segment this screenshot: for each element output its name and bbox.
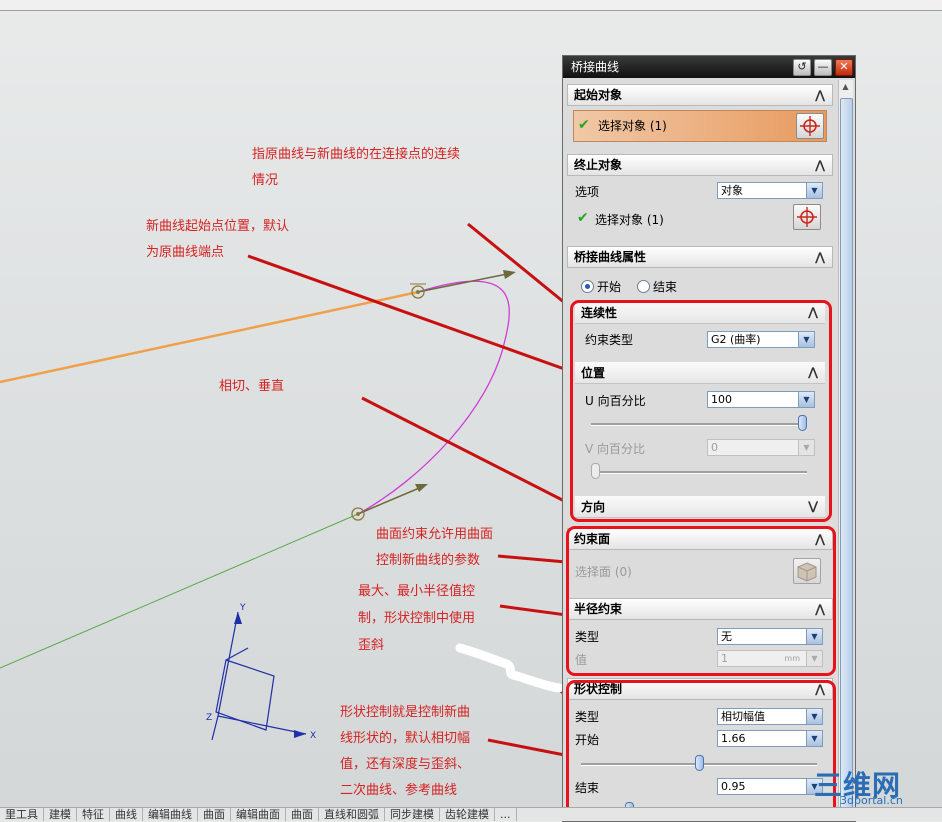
toolbar-tab[interactable]: 特征: [77, 808, 110, 821]
crosshair-icon: [797, 207, 817, 227]
toolbar-tab[interactable]: 里工具: [0, 808, 44, 821]
option-label: 选项: [575, 185, 600, 199]
section-properties[interactable]: 桥接曲线属性 ⋀: [567, 246, 833, 268]
radio-end[interactable]: [637, 280, 650, 293]
toolbar-tab[interactable]: 编辑曲线: [143, 808, 198, 821]
highlight-shape-control: [566, 680, 836, 820]
crosshair-select-button[interactable]: [793, 204, 821, 230]
leader-constraint-face: [497, 554, 567, 564]
start-vector-arrowhead: [503, 270, 516, 279]
toolbar-tab[interactable]: ...: [495, 808, 517, 821]
annotation-constraint-face: 曲面约束允许用曲面 控制新曲线的参数: [376, 527, 494, 568]
annotation-shape: 形状控制就是控制新曲 线形状的，默认相切幅 值，还有深度与歪斜、 二次曲线、参考…: [340, 705, 471, 798]
start-object-selector[interactable]: ✔ 选择对象 (1): [573, 110, 827, 142]
check-icon: ✔: [578, 117, 590, 133]
toolbar-tab[interactable]: 编辑曲面: [231, 808, 286, 821]
crosshair-select-button[interactable]: [796, 113, 824, 139]
start-select-label: 选择对象 (1): [598, 119, 667, 133]
scroll-thumb[interactable]: [840, 98, 853, 820]
end-vector-arrowhead: [415, 484, 428, 492]
toolbar-tab[interactable]: 曲线: [110, 808, 143, 821]
toolbar-tab[interactable]: 直线和圆弧: [319, 808, 385, 821]
scroll-up-icon[interactable]: ▲: [841, 82, 850, 94]
annotation-radius: 最大、最小半径值控 制，形状控制中使用 歪斜: [358, 584, 476, 653]
axis-x-label: X: [310, 731, 316, 741]
close-button[interactable]: ✕: [835, 59, 853, 76]
check-icon: ✔: [577, 210, 589, 226]
toolbar-tab[interactable]: 曲面: [198, 808, 231, 821]
minimize-button[interactable]: —: [814, 59, 832, 76]
reset-button[interactable]: ↺: [793, 59, 811, 76]
section-properties-title: 桥接曲线属性: [574, 250, 647, 264]
coordinate-triad: [211, 611, 307, 741]
chevron-down-icon[interactable]: ▼: [806, 183, 822, 198]
section-end-object-title: 终止对象: [574, 158, 623, 172]
highlight-properties: [570, 300, 832, 522]
source-curve-green: [0, 513, 359, 669]
radio-start[interactable]: [581, 280, 594, 293]
end-vector: [357, 485, 425, 515]
toolbar-tab[interactable]: 齿轮建模: [440, 808, 495, 821]
leader-start-point: [247, 254, 585, 378]
annotation-tangent: 相切、垂直: [219, 379, 285, 394]
option-value: 对象: [721, 184, 743, 197]
section-start-object[interactable]: 起始对象 ⋀: [567, 84, 833, 106]
toolbar-tab[interactable]: 建模: [44, 808, 77, 821]
bridge-curve: [357, 280, 510, 515]
radio-start-label: 开始: [597, 280, 622, 294]
source-curve-orange: [0, 290, 419, 384]
toolbar-tab[interactable]: 曲面: [286, 808, 319, 821]
axis-y-label: Y: [239, 603, 246, 613]
dialog-title: 桥接曲线: [571, 60, 620, 74]
highlight-constraint-radius: [566, 526, 836, 676]
section-start-object-title: 起始对象: [574, 88, 623, 102]
collapse-icon[interactable]: ⋀: [812, 87, 828, 103]
toolbar-tab[interactable]: 同步建模: [385, 808, 440, 821]
watermark-url: 3dportal.cn: [840, 794, 903, 807]
annotation-start-point: 新曲线起始点位置，默认 为原曲线端点: [146, 219, 290, 260]
crosshair-icon: [800, 116, 820, 136]
option-dropdown[interactable]: 对象 ▼: [717, 182, 823, 199]
collapse-icon[interactable]: ⋀: [812, 249, 828, 265]
dialog-scrollbar[interactable]: ▲: [838, 80, 853, 820]
annotation-continuity: 指原曲线与新曲线的在连接点的连续 情况: [252, 147, 461, 188]
radio-end-label: 结束: [653, 280, 678, 294]
dialog-title-bar[interactable]: 桥接曲线 ↺ — ✕: [563, 56, 855, 78]
end-select-label: 选择对象 (1): [595, 213, 664, 227]
watermark: 三维网 3dportal.cn: [810, 764, 940, 810]
start-vector: [417, 272, 513, 293]
collapse-icon[interactable]: ⋀: [812, 157, 828, 173]
toolbar-tabs: 里工具 建模 特征 曲线 编辑曲线 曲面 编辑曲面 曲面 直线和圆弧 同步建模 齿轮建模...: [0, 807, 942, 821]
section-end-object[interactable]: 终止对象 ⋀: [567, 154, 833, 176]
top-border: [0, 0, 942, 11]
axis-z-label: Z: [206, 713, 212, 723]
